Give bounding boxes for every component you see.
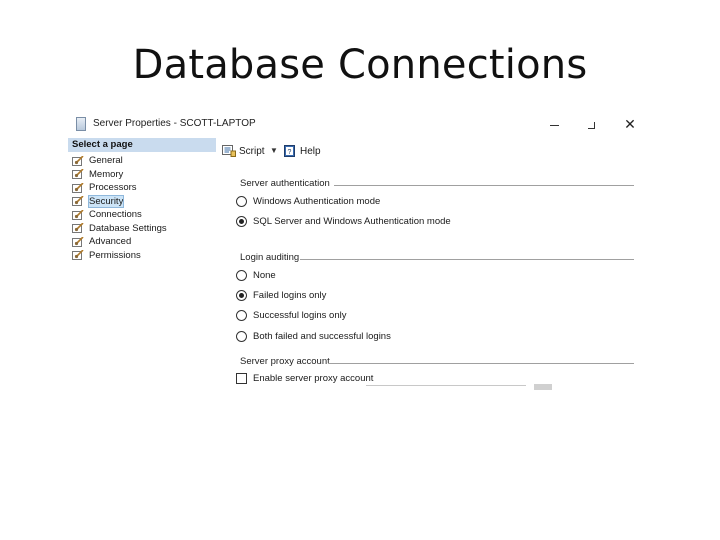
audit-failed-only-radio[interactable]: Failed logins only [236, 290, 326, 304]
wrench-page-icon [72, 250, 84, 261]
audit-both-radio[interactable]: Both failed and successful logins [236, 331, 391, 345]
radio-button-icon [236, 196, 247, 207]
option-label: Both failed and successful logins [253, 331, 391, 342]
page-item-database-settings[interactable]: Database Settings [72, 222, 167, 236]
svg-text:?: ? [288, 149, 292, 156]
page-item-label: General [89, 155, 123, 166]
page-item-general[interactable]: General [72, 154, 167, 168]
page-list: General Memory Processors Security Conne… [72, 154, 167, 262]
radio-button-icon [236, 270, 247, 281]
close-button[interactable]: ✕ [617, 114, 643, 134]
audit-none-radio[interactable]: None [236, 270, 276, 284]
page-item-label: Advanced [89, 236, 132, 247]
wrench-page-icon [72, 223, 84, 234]
checkbox-icon [236, 373, 247, 384]
option-label: Failed logins only [253, 290, 327, 301]
option-label: None [253, 270, 276, 281]
wrench-page-icon [72, 182, 84, 193]
radio-button-icon [236, 331, 247, 342]
page-item-label: Database Settings [89, 222, 167, 234]
script-dropdown-arrow[interactable]: ▼ [270, 146, 278, 155]
server-authentication-header: Server authentication [240, 178, 330, 189]
proxy-account-field[interactable] [366, 385, 526, 390]
option-label: Successful logins only [253, 310, 347, 321]
window-title: Server Properties - SCOTT-LAPTOP [93, 118, 256, 129]
security-content: Server authentication Windows Authentica… [216, 166, 650, 412]
page-item-label: Processors [89, 182, 137, 193]
slide-title: Database Connections [132, 42, 588, 88]
select-page-header: Select a page [68, 138, 216, 152]
title-bar: Server Properties - SCOTT-LAPTOP ✕ [68, 112, 650, 138]
option-label: SQL Server and Windows Authentication mo… [253, 216, 451, 227]
help-button[interactable]: Help [300, 146, 321, 157]
radio-button-icon [236, 216, 247, 227]
page-item-permissions[interactable]: Permissions [72, 249, 167, 263]
page-item-label: Permissions [89, 249, 141, 261]
windows-auth-radio[interactable]: Windows Authentication mode [236, 196, 380, 210]
maximize-button[interactable] [578, 114, 604, 134]
page-item-processors[interactable]: Processors [72, 181, 167, 195]
wrench-page-icon [72, 169, 84, 180]
security-page: Script ▼ ? Help Server authentication Wi… [216, 138, 650, 412]
proxy-browse-button[interactable] [534, 384, 552, 390]
server-properties-dialog: Server Properties - SCOTT-LAPTOP ✕ Selec… [68, 112, 650, 412]
audit-successful-only-radio[interactable]: Successful logins only [236, 310, 346, 324]
close-icon: ✕ [624, 116, 636, 132]
page-item-connections[interactable]: Connections [72, 208, 167, 222]
server-proxy-account-header: Server proxy account [240, 356, 330, 367]
group-divider [334, 185, 634, 186]
server-properties-icon [76, 117, 86, 131]
script-icon [222, 145, 236, 157]
radio-button-icon [236, 290, 247, 301]
sql-and-windows-auth-radio[interactable]: SQL Server and Windows Authentication mo… [236, 216, 451, 230]
group-divider [328, 363, 634, 364]
wrench-page-icon [72, 236, 84, 247]
wrench-page-icon [72, 196, 84, 207]
page-item-label: Connections [89, 209, 142, 220]
page-item-label: Memory [89, 168, 124, 180]
page-item-security[interactable]: Security [72, 194, 167, 209]
help-book-icon: ? [284, 145, 295, 157]
page-item-advanced[interactable]: Advanced [72, 235, 167, 249]
radio-button-icon [236, 310, 247, 321]
wrench-page-icon [72, 209, 84, 220]
enable-proxy-checkbox[interactable]: Enable server proxy account [236, 373, 373, 387]
minimize-icon [549, 124, 559, 126]
page-item-memory[interactable]: Memory [72, 168, 167, 182]
option-label: Enable server proxy account [253, 373, 374, 384]
maximize-icon [587, 121, 595, 129]
script-button[interactable]: Script [239, 146, 265, 157]
option-label: Windows Authentication mode [253, 196, 381, 207]
minimize-button[interactable] [541, 114, 567, 134]
login-auditing-header: Login auditing [240, 252, 300, 263]
page-item-label: Security [87, 194, 125, 208]
group-divider [300, 259, 634, 260]
select-page-pane: Select a page General Memory Processors … [68, 138, 216, 412]
wrench-page-icon [72, 155, 84, 166]
toolbar: Script ▼ ? Help [216, 138, 650, 167]
